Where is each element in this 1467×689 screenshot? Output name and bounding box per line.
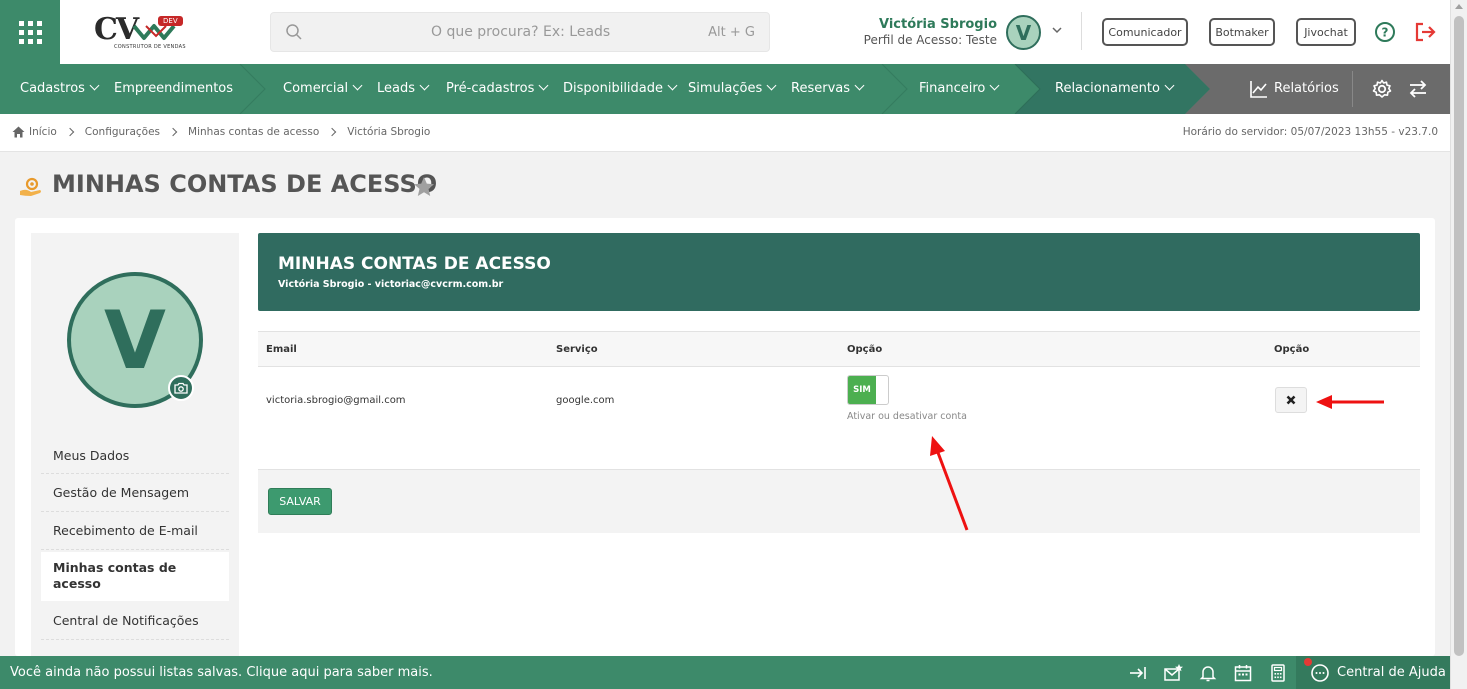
top-header: CV DEV CONSTRUTOR DE VENDAS O que procur… bbox=[0, 0, 1450, 64]
change-photo-button[interactable] bbox=[168, 375, 194, 401]
close-icon bbox=[1286, 395, 1296, 405]
nav-relacionamento[interactable]: Relacionamento bbox=[1055, 64, 1175, 114]
sidebar-item-gestao-mensagem[interactable]: Gestão de Mensagem bbox=[41, 474, 229, 512]
swap-icon[interactable] bbox=[1407, 78, 1429, 100]
save-button[interactable]: SALVAR bbox=[268, 488, 332, 515]
camera-icon bbox=[174, 382, 188, 394]
saved-lists-message[interactable]: Você ainda não possui listas salvas. Cli… bbox=[10, 665, 433, 680]
page-title: MINHAS CONTAS DE ACESSO bbox=[52, 170, 438, 198]
calendar-icon[interactable] bbox=[1233, 663, 1253, 683]
chevron-down-icon bbox=[1164, 80, 1175, 91]
toggle-on-label: SIM bbox=[848, 376, 876, 404]
column-header-email: Email bbox=[266, 344, 297, 355]
account-active-toggle[interactable]: SIM bbox=[847, 375, 889, 405]
bell-icon[interactable] bbox=[1198, 663, 1218, 683]
panel-title: MINHAS CONTAS DE ACESSO bbox=[278, 254, 551, 274]
remove-account-button[interactable] bbox=[1275, 387, 1307, 413]
search-placeholder: O que procura? Ex: Leads bbox=[431, 24, 611, 40]
comunicador-button[interactable]: Comunicador bbox=[1102, 18, 1188, 46]
jivochat-button[interactable]: Jivochat bbox=[1296, 18, 1356, 46]
chevron-down-icon bbox=[766, 80, 777, 91]
grid-icon bbox=[18, 20, 42, 44]
settings-hand-icon bbox=[20, 177, 41, 196]
nav-pre-cadastros[interactable]: Pré-cadastros bbox=[446, 64, 549, 114]
breadcrumb-home[interactable]: Início bbox=[29, 126, 57, 138]
chevron-right-icon bbox=[328, 127, 337, 137]
nav-relatorios[interactable]: Relatórios bbox=[1274, 64, 1339, 114]
nav-disponibilidade[interactable]: Disponibilidade bbox=[563, 64, 678, 114]
nav-comercial[interactable]: Comercial bbox=[283, 64, 363, 114]
chevron-down-icon bbox=[352, 80, 363, 91]
sidebar-item-central-notificacoes[interactable]: Central de Notificações bbox=[41, 602, 229, 640]
nav-financeiro[interactable]: Financeiro bbox=[919, 64, 1000, 114]
help-center-label: Central de Ajuda bbox=[1337, 665, 1446, 680]
panel-subtitle: Victória Sbrogio - victoriac@cvcrm.com.b… bbox=[278, 279, 504, 290]
global-search[interactable]: O que procura? Ex: Leads Alt + G bbox=[270, 12, 770, 52]
divider bbox=[1352, 71, 1353, 107]
chevron-right-icon bbox=[65, 127, 75, 137]
chevron-down-icon bbox=[538, 80, 549, 91]
svg-text:?: ? bbox=[1382, 26, 1389, 40]
table-header: Email Serviço Opção Opção bbox=[258, 331, 1420, 367]
divider bbox=[1081, 12, 1082, 50]
user-avatar[interactable]: V bbox=[1006, 15, 1041, 50]
column-header-opcao: Opção bbox=[847, 344, 883, 355]
botmaker-button[interactable]: Botmaker bbox=[1209, 18, 1275, 46]
user-name[interactable]: Victória Sbrogio bbox=[879, 17, 997, 32]
main-nav: Cadastros Empreendimentos Comercial Lead… bbox=[0, 64, 1450, 114]
notification-dot bbox=[1304, 658, 1312, 666]
chart-line-icon bbox=[1250, 81, 1267, 98]
breadcrumb: Início Configurações Minhas contas de ac… bbox=[12, 126, 430, 138]
chevron-right-icon bbox=[168, 127, 178, 137]
nav-simulacoes[interactable]: Simulações bbox=[688, 64, 777, 114]
user-role: Perfil de Acesso: Teste bbox=[863, 33, 997, 47]
star-icon[interactable] bbox=[413, 176, 435, 197]
search-icon bbox=[286, 24, 302, 40]
chevron-down-icon bbox=[419, 80, 430, 91]
page-scrollbar[interactable] bbox=[1450, 0, 1467, 689]
chevron-down-icon bbox=[854, 80, 865, 91]
breadcrumb-configuracoes[interactable]: Configurações bbox=[85, 126, 160, 138]
column-header-opcao-2: Opção bbox=[1274, 344, 1310, 355]
column-header-servico: Serviço bbox=[556, 344, 598, 355]
toggle-hint: Ativar ou desativar conta bbox=[847, 411, 967, 422]
chevron-down-icon bbox=[989, 80, 1000, 91]
help-center-button[interactable]: Central de Ajuda bbox=[1296, 656, 1450, 689]
calculator-icon[interactable] bbox=[1268, 663, 1288, 683]
sidebar-item-minhas-contas[interactable]: Minhas contas de acesso bbox=[41, 552, 229, 601]
scroll-thumb[interactable] bbox=[1454, 16, 1464, 656]
chevron-down-icon bbox=[89, 80, 100, 91]
bottom-bar: Você ainda não possui listas salvas. Cli… bbox=[0, 656, 1450, 689]
chevron-down-icon[interactable] bbox=[1051, 24, 1063, 36]
search-shortcut: Alt + G bbox=[708, 25, 755, 40]
logo[interactable]: CV DEV CONSTRUTOR DE VENDAS bbox=[92, 10, 192, 54]
breadcrumb-bar: Início Configurações Minhas contas de ac… bbox=[0, 114, 1450, 152]
panel-header: MINHAS CONTAS DE ACESSO Victória Sbrogio… bbox=[258, 233, 1420, 311]
nav-cadastros[interactable]: Cadastros bbox=[20, 64, 100, 114]
sidebar-item-meus-dados[interactable]: Meus Dados bbox=[41, 437, 229, 474]
apps-menu-button[interactable] bbox=[0, 0, 60, 64]
nav-reservas[interactable]: Reservas bbox=[791, 64, 865, 114]
sidebar-item-recebimento-email[interactable]: Recebimento de E-mail bbox=[41, 512, 229, 550]
chevron-down-icon bbox=[667, 80, 678, 91]
breadcrumb-minhas-contas[interactable]: Minhas contas de acesso bbox=[188, 126, 319, 138]
collapse-right-icon[interactable] bbox=[1128, 663, 1148, 683]
home-icon bbox=[12, 126, 25, 138]
scroll-up-arrow-icon[interactable] bbox=[1455, 4, 1463, 9]
nav-leads[interactable]: Leads bbox=[377, 64, 430, 114]
account-email: victoria.sbrogio@gmail.com bbox=[266, 395, 406, 406]
breadcrumb-user: Victória Sbrogio bbox=[347, 126, 431, 138]
help-icon[interactable]: ? bbox=[1374, 21, 1396, 43]
account-service: google.com bbox=[556, 395, 615, 406]
logout-icon[interactable] bbox=[1413, 21, 1437, 43]
table-footer: SALVAR bbox=[258, 469, 1420, 533]
gear-icon[interactable] bbox=[1371, 78, 1393, 100]
server-time: Horário do servidor: 05/07/2023 13h55 - … bbox=[1182, 126, 1438, 138]
chat-icon bbox=[1311, 664, 1329, 682]
mail-star-icon[interactable] bbox=[1163, 663, 1183, 683]
nav-empreendimentos[interactable]: Empreendimentos bbox=[114, 64, 233, 114]
